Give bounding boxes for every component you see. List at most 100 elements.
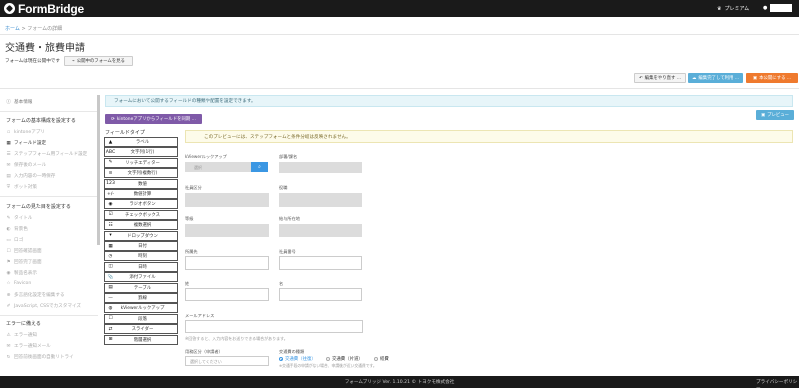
- sidebar-item-complete-page[interactable]: ⚑ 回答完了画面: [6, 259, 42, 266]
- breadcrumb: ホーム > フォームの詳細: [5, 25, 62, 32]
- page-content: ホーム > フォームの詳細 交通費・旅費申請 フォームは現在公開中です ⌁ 公開…: [0, 17, 799, 376]
- sidebar-item-label: 保存後のメール: [14, 163, 47, 168]
- finish-edit-button[interactable]: ☁ 編集完了して利用 ...: [688, 73, 743, 83]
- sidebar-item-logo[interactable]: ▭ ロゴ: [6, 237, 23, 244]
- affiliation-input[interactable]: [185, 256, 269, 270]
- transport-option-round-trip[interactable]: 交通費（往復）: [279, 356, 316, 362]
- save-icon: ▤: [6, 173, 11, 179]
- field-type-item[interactable]: ▤ テーブル: [104, 282, 178, 293]
- field-type-item[interactable]: 123 数値: [104, 178, 178, 189]
- field-type-item[interactable]: ◫ 日時: [104, 261, 178, 272]
- employee-number-input[interactable]: [279, 256, 362, 270]
- sidebar-item-error-notify[interactable]: ⚠ エラー通知: [6, 332, 37, 339]
- premium-label: プレミアム: [724, 6, 750, 12]
- image-icon: ▭: [6, 237, 11, 243]
- sidebar-item-confirm-page[interactable]: ☐ 回答確認画面: [6, 248, 41, 255]
- sync-kintone-fields-button[interactable]: ⟳ kintoneアプリからフィールドを同期 ...: [105, 114, 202, 124]
- field-type-label: 時刻: [138, 254, 147, 260]
- field-type-item[interactable]: ✎ リッチエディター: [104, 157, 178, 168]
- sidebar-item-bg-color[interactable]: ◐ 背景色: [6, 226, 27, 233]
- breadcrumb-home-link[interactable]: ホーム: [5, 26, 20, 32]
- sidebar-item-mail[interactable]: ✉ 保存後のメール: [6, 162, 47, 169]
- sidebar-item-auto-retry[interactable]: ↻ 回答前後画面の自動リトライ: [6, 354, 74, 361]
- formbridge-logo[interactable]: FormBridge: [4, 2, 84, 16]
- salary-location-field[interactable]: [279, 224, 362, 237]
- transport-option-one-way[interactable]: 交通費（片道）: [326, 356, 363, 362]
- breadcrumb-separator: >: [21, 26, 26, 32]
- view-public-form-button[interactable]: ⌁ 公開中のフォームを見る: [64, 56, 133, 66]
- last-name-input[interactable]: [185, 288, 269, 301]
- field-type-item[interactable]: ▲ ラベル: [104, 137, 178, 147]
- user-menu[interactable]: ●: [763, 4, 793, 12]
- last-name-label: 姓: [185, 281, 190, 286]
- sidebar-item-js-css[interactable]: ✐ JavaScript, CSSでカスタマイズ: [6, 303, 81, 310]
- field-type-item[interactable]: — 罫線: [104, 293, 178, 303]
- field-type-icon: ▦: [108, 243, 113, 249]
- field-type-label: 罫線: [138, 296, 147, 301]
- field-type-item[interactable]: ◷ 時刻: [104, 251, 178, 262]
- sidebar-item-basic-info[interactable]: ⓘ 基本情報: [6, 99, 32, 105]
- field-type-icon: —: [108, 295, 113, 301]
- sidebar-item-multilingual[interactable]: ⊕ 多言語化設定を編集する: [6, 292, 65, 299]
- field-type-item[interactable]: +/- 数値計算: [104, 189, 178, 199]
- logo-mark-icon: [4, 3, 15, 14]
- radio-icon: [279, 357, 283, 361]
- publish-button[interactable]: ▣ 本公開にする ...: [746, 73, 798, 83]
- field-type-item[interactable]: ABC 文字列(1行): [104, 147, 178, 158]
- view-public-form-label: 公開中のフォームを見る: [76, 59, 125, 64]
- transport-hint: ※交通手段の申請がない場合、申請後が近い交通費です。: [279, 363, 377, 368]
- employee-type-field[interactable]: [185, 193, 269, 207]
- field-type-item[interactable]: ⇄ スライダー: [104, 324, 178, 335]
- privacy-policy-link[interactable]: プライバシーポリシー: [756, 379, 799, 388]
- transport-option-label: 交通費（往復）: [285, 357, 316, 362]
- grade-field[interactable]: [185, 224, 269, 237]
- sidebar-item-kintone-app[interactable]: ▫ kintoneアプリ: [6, 129, 45, 136]
- sidebar-item-favicon[interactable]: ☆ Favicon: [6, 281, 31, 286]
- email-input[interactable]: [185, 320, 363, 333]
- lookup-search-button[interactable]: ⌕: [251, 162, 268, 172]
- link-icon: ⌁: [72, 58, 75, 64]
- sidebar: ⓘ 基本情報 フォームの基本構成を設定する ▫ kintoneアプリ ▦ フィー…: [0, 89, 98, 376]
- post-field[interactable]: [279, 193, 362, 207]
- field-type-label: チェックボックス: [125, 212, 160, 218]
- divider: [0, 196, 98, 197]
- field-type-item[interactable]: ◍ kViewerルックアップ: [104, 303, 178, 314]
- field-type-label: kViewerルックアップ: [120, 306, 165, 312]
- field-type-item[interactable]: ▦ 日付: [104, 241, 178, 251]
- field-type-label: 数値: [138, 181, 147, 187]
- sidebar-item-step-form[interactable]: ☰ ステップフォーム用フィールド設定: [6, 151, 87, 158]
- undo-icon: ↶: [638, 75, 643, 81]
- sidebar-item-label: 回答前後画面の自動リトライ: [14, 355, 74, 360]
- sidebar-item-label: フィールド設定: [14, 141, 47, 146]
- sidebar-item-product-name[interactable]: ◉ 製品名表示: [6, 270, 37, 277]
- palette-icon: ◐: [6, 226, 11, 232]
- preview-button[interactable]: ▣ プレビュー: [756, 110, 794, 120]
- field-type-icon: ⇄: [108, 326, 113, 332]
- sidebar-item-title[interactable]: ✎ タイトル: [6, 215, 33, 222]
- transport-option-expense[interactable]: 経費: [374, 356, 389, 362]
- field-type-item[interactable]: 📎 添付ファイル: [104, 272, 178, 283]
- field-type-item[interactable]: ◉ ラジオボタン: [104, 199, 178, 210]
- sidebar-item-label: 回答完了画面: [14, 260, 42, 265]
- first-name-input[interactable]: [279, 288, 362, 301]
- undo-edits-button[interactable]: ↶ 編集をやり直す ...: [634, 73, 686, 83]
- sidebar-item-error-mail[interactable]: ✉ エラー通知メール: [6, 343, 51, 350]
- field-type-item[interactable]: ≡ 文字列(複数行): [104, 168, 178, 179]
- sidebar-item-label: kintoneアプリ: [14, 130, 45, 135]
- radio-icon: [326, 357, 330, 361]
- preview-icon: ▣: [760, 112, 766, 118]
- premium-link[interactable]: ♛ プレミアム: [717, 5, 750, 13]
- field-type-item[interactable]: ⊞ 階層選択: [104, 334, 178, 345]
- sidebar-item-bot[interactable]: ⛨ ボット対策: [6, 184, 37, 190]
- field-type-item[interactable]: ☷ 複数選択: [104, 220, 178, 231]
- field-type-item[interactable]: ▾ ドロップダウン: [104, 230, 178, 241]
- sidebar-item-temp-save[interactable]: ▤ 入力内容の一時保存: [6, 173, 55, 180]
- mail-icon: ✉: [6, 162, 11, 168]
- sidebar-scrollbar[interactable]: [97, 95, 100, 245]
- save-icon: ☁: [692, 75, 697, 81]
- department-field[interactable]: [279, 162, 362, 173]
- business-type-select[interactable]: 選択してください: [185, 356, 269, 366]
- field-type-item[interactable]: ☑ チェックボックス: [104, 209, 178, 220]
- sidebar-item-field-settings[interactable]: ▦ フィールド設定: [6, 140, 47, 147]
- field-type-item[interactable]: ☐ 段落: [104, 313, 178, 324]
